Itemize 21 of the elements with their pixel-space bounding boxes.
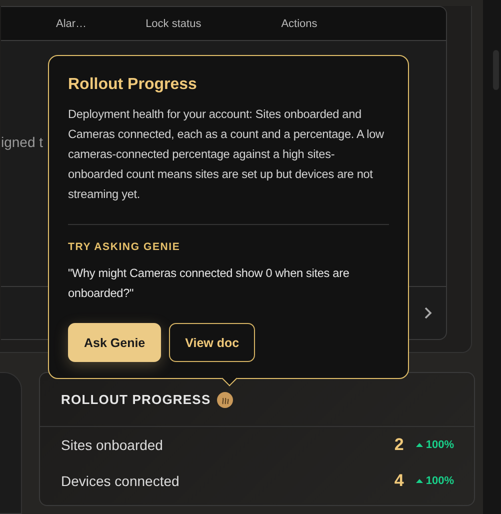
arrow-up-icon <box>416 479 423 483</box>
flame-icon[interactable] <box>216 392 233 408</box>
ask-genie-button[interactable]: Ask Genie <box>68 323 162 362</box>
metric-label: Sites onboarded <box>61 437 164 453</box>
table-cell: igned t <box>1 134 44 150</box>
metric-label: Devices connected <box>61 473 180 489</box>
metric-change: 100% <box>416 475 454 487</box>
suggestion-label: TRY ASKING GENIE <box>68 241 182 253</box>
column-header: Lock status <box>146 18 202 30</box>
card-title: ROLLOUT PROGRESS <box>61 392 211 407</box>
metric-change: 100% <box>416 439 454 451</box>
chevron-right-icon[interactable] <box>424 307 432 319</box>
popover-title: Rollout Progress <box>68 76 198 94</box>
suggested-question: "Why might Cameras connected show 0 when sites are onboarded?" <box>68 265 350 302</box>
column-header: Actions <box>281 18 318 30</box>
column-header: Alar… <box>56 18 87 30</box>
view-doc-button[interactable]: View doc <box>169 323 256 362</box>
arrow-up-icon <box>416 443 423 447</box>
popover-description: Deployment health for your account: Sites onboarded and Cameras connected, each as a count and a percentage. A low cameras-connected percentage against a high sites-onboarded count means sites are set up but devices are not streaming yet. <box>68 106 385 203</box>
metric-value: 2 <box>394 435 404 455</box>
metric-value: 4 <box>394 471 404 491</box>
